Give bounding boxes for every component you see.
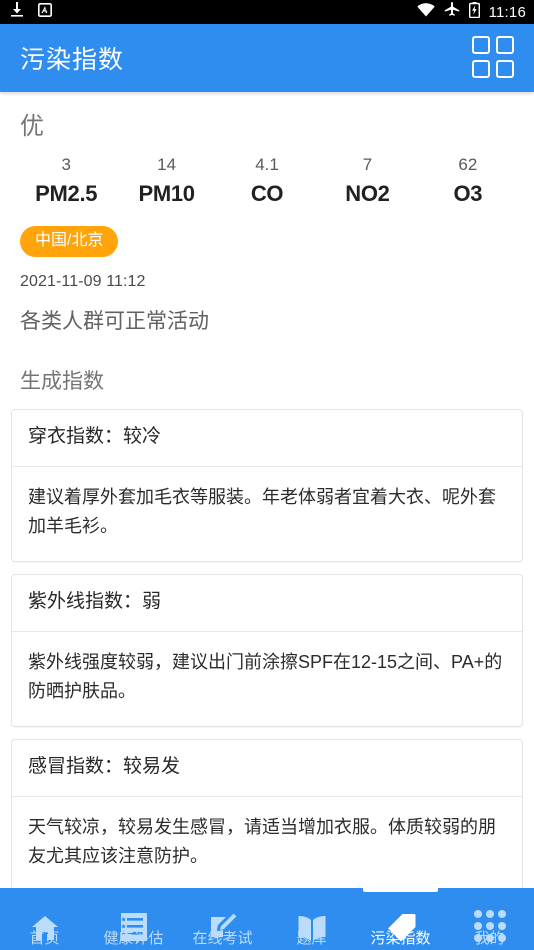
index-card-description: 建议着厚外套加毛衣等服装。年老体弱者宜着大衣、呢外套加羊毛衫。 [28, 486, 496, 536]
pollutant-name: NO2 [345, 180, 390, 206]
status-bar: 11:16 [0, 0, 534, 24]
pollutant-item: 7 NO2 [317, 152, 417, 209]
pollutant-item: 4.1 CO [217, 152, 317, 209]
nav-item-question-bank[interactable]: 题库 [267, 888, 356, 950]
index-card-body: 建议着厚外套加毛衣等服装。年老体弱者宜着大衣、呢外套加羊毛衫。 [12, 467, 522, 561]
keyboard-input-icon [38, 2, 52, 22]
airplane-mode-icon [444, 2, 460, 22]
indices-card-list: 穿衣指数：较冷 建议着厚外套加毛衣等服装。年老体弱者宜着大衣、呢外套加羊毛衫。 … [0, 395, 534, 888]
pollutant-value: 7 [362, 155, 373, 175]
nav-active-indicator [363, 888, 438, 892]
location-row: 中国/北京 [0, 210, 534, 257]
health-advice: 各类人群可正常活动 [20, 309, 209, 333]
status-bar-right-icons: 11:16 [416, 1, 526, 23]
index-card-description: 天气较凉，较易发生感冒，请适当增加衣服。体质较弱的朋友尤其应该注意防护。 [28, 816, 496, 866]
wifi-icon [416, 2, 435, 22]
pollutant-name: PM2.5 [35, 180, 98, 206]
pollutant-row: 3 PM2.5 14 PM10 4.1 CO 7 NO2 62 O3 [0, 140, 534, 209]
pollutant-item: 3 PM2.5 [16, 152, 116, 209]
pollutant-item: 14 PM10 [116, 152, 216, 209]
nav-item-online-exam[interactable]: 在线考试 [178, 888, 267, 950]
pollutant-name: PM10 [138, 180, 195, 206]
app-screen: 11:16 污染指数 优 3 PM2.5 14 PM10 4.1 CO 7 NO… [0, 0, 534, 950]
index-card-description: 紫外线强度较弱，建议出门前涂擦SPF在12-15之间、PA+的防晒护肤品。 [28, 651, 503, 701]
download-icon [10, 2, 24, 22]
nav-label-pollution-index: 污染指数 [370, 929, 431, 947]
scroll-content[interactable]: 优 3 PM2.5 14 PM10 4.1 CO 7 NO2 62 O3 中国/… [0, 92, 534, 888]
pollutant-name: CO [250, 180, 284, 206]
page-title: 污染指数 [20, 46, 125, 74]
status-bar-left-icons [10, 2, 52, 22]
index-card[interactable]: 紫外线指数：弱 紫外线强度较弱，建议出门前涂擦SPF在12-15之间、PA+的防… [11, 573, 523, 727]
index-card-header: 穿衣指数：较冷 [12, 410, 522, 467]
index-card-body: 紫外线强度较弱，建议出门前涂擦SPF在12-15之间、PA+的防晒护肤品。 [12, 632, 522, 726]
nav-item-health-assessment[interactable]: 健康评估 [89, 888, 178, 950]
nav-label-home: 首页 [29, 929, 60, 947]
indices-section-title: 生成指数 [20, 369, 104, 393]
pollutant-item: 62 O3 [418, 152, 518, 209]
index-card-body: 天气较凉，较易发生感冒，请适当增加衣服。体质较弱的朋友尤其应该注意防护。 [12, 797, 522, 888]
index-card-title: 感冒指数：较易发 [28, 756, 181, 777]
app-bar: 污染指数 [0, 24, 534, 92]
pollutant-value: 14 [157, 155, 177, 175]
aqi-level-label: 优 [20, 113, 44, 140]
measurement-timestamp: 2021-11-09 11:12 [20, 272, 146, 290]
pollutant-value: 4.1 [255, 155, 279, 175]
index-card[interactable]: 感冒指数：较易发 天气较凉，较易发生感冒，请适当增加衣服。体质较弱的朋友尤其应该… [11, 739, 523, 888]
grid-menu-icon[interactable] [472, 36, 516, 80]
pollutant-name: O3 [453, 180, 483, 206]
index-card-title: 穿衣指数：较冷 [28, 425, 162, 447]
nav-label-health-assessment: 健康评估 [103, 929, 164, 947]
nav-label-profile: 我的 [474, 929, 505, 947]
pollutant-value: 62 [458, 155, 478, 175]
index-card-title: 紫外线指数：弱 [28, 590, 162, 612]
nav-item-profile[interactable]: 我的 [445, 888, 534, 950]
nav-item-pollution-index[interactable]: 污染指数 [356, 888, 445, 950]
nav-item-home[interactable]: 首页 [0, 888, 89, 950]
bottom-navigation-bar: 首页 健康评估 在线考试 题库 污染指数 我的 [0, 888, 534, 950]
index-card-header: 感冒指数：较易发 [12, 740, 522, 797]
status-bar-clock: 11:16 [488, 3, 526, 21]
location-badge[interactable]: 中国/北京 [20, 225, 119, 257]
nav-label-online-exam: 在线考试 [192, 929, 253, 947]
battery-charging-icon [468, 1, 480, 23]
index-card[interactable]: 穿衣指数：较冷 建议着厚外套加毛衣等服装。年老体弱者宜着大衣、呢外套加羊毛衫。 [11, 408, 523, 562]
nav-label-question-bank: 题库 [296, 929, 327, 947]
index-card-header: 紫外线指数：弱 [12, 575, 522, 632]
pollutant-value: 3 [61, 155, 71, 175]
